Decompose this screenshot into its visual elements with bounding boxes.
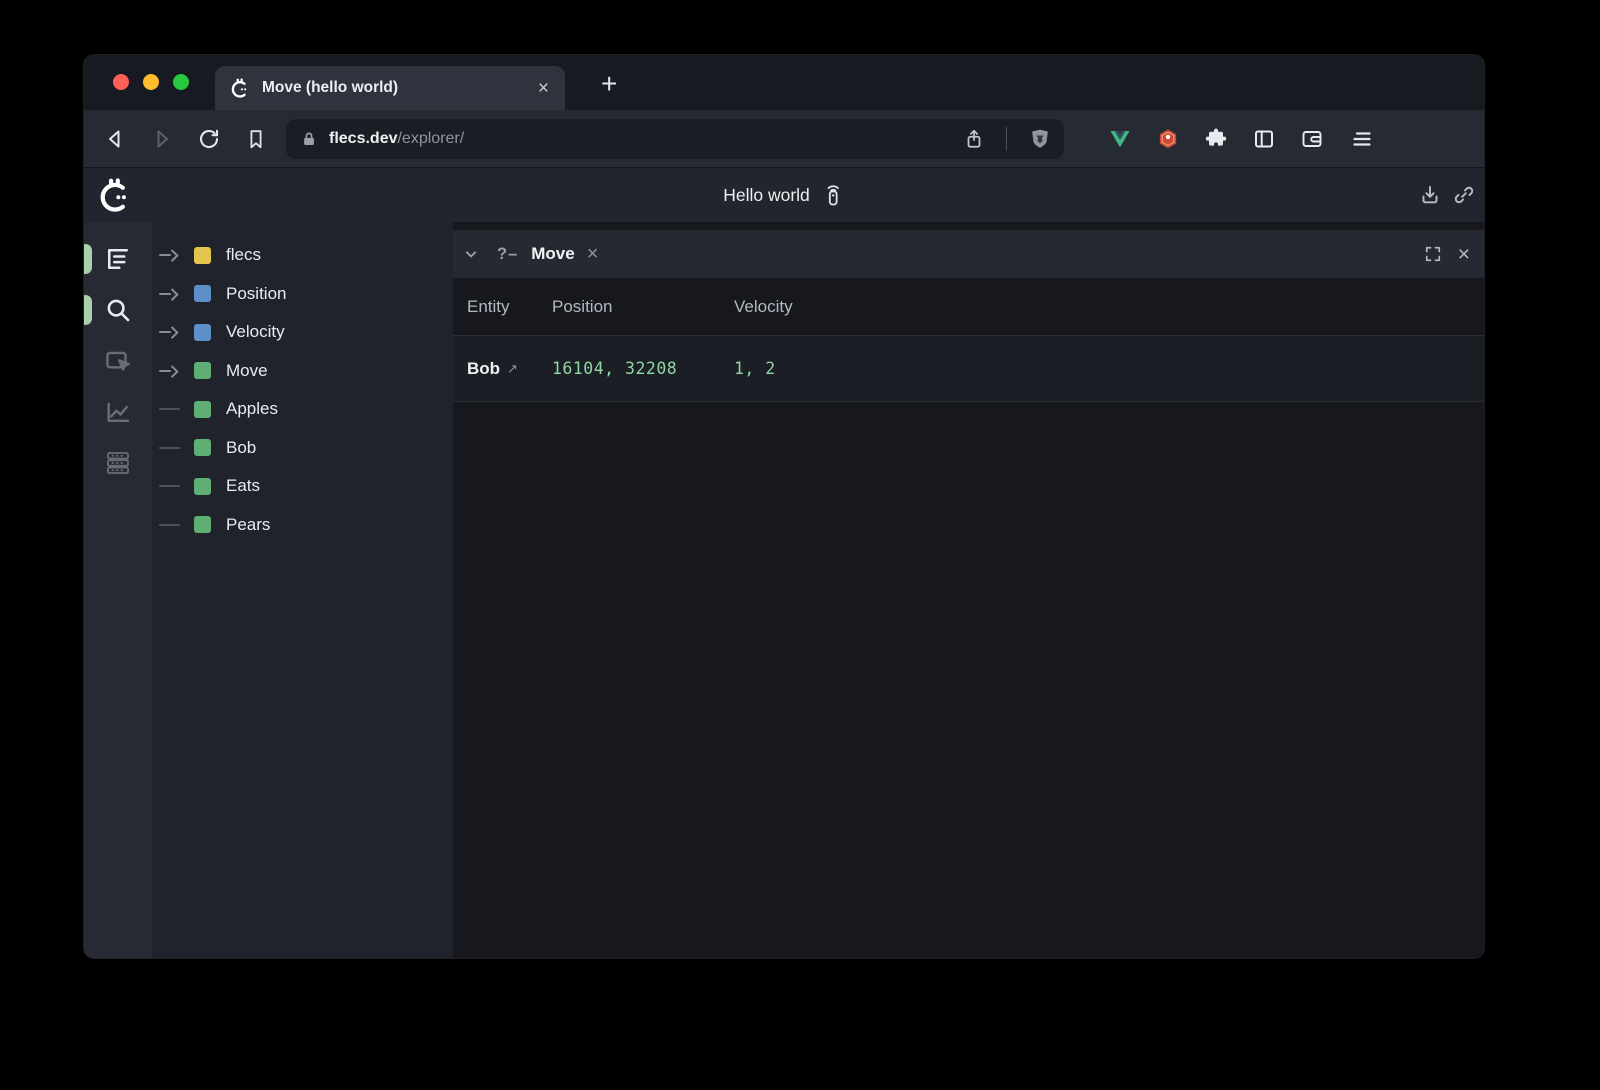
component-color-square <box>194 324 211 341</box>
entity-color-square <box>194 516 211 533</box>
column-header-velocity[interactable]: Velocity <box>734 297 1484 317</box>
url-path: /explorer/ <box>397 130 464 147</box>
entity-name[interactable]: Bob <box>467 359 500 379</box>
flecs-logo-icon[interactable] <box>96 176 134 214</box>
entity-color-square <box>194 439 211 456</box>
table-header-row: Entity Position Velocity <box>453 278 1484 336</box>
bookmark-icon[interactable] <box>240 123 272 155</box>
query-title: Move <box>531 244 574 264</box>
lock-icon <box>300 130 318 148</box>
tree-item-eats[interactable]: Eats <box>152 467 453 506</box>
tree-item-pears[interactable]: Pears <box>152 506 453 545</box>
stats-icon[interactable] <box>101 446 135 480</box>
tab-bar: Move (hello world) × + <box>84 55 1484 110</box>
entity-color-square <box>194 362 211 379</box>
browser-window: Move (hello world) × + flecs.dev/explore… <box>84 55 1484 958</box>
tree-item-velocity[interactable]: Velocity <box>152 313 453 352</box>
content-area: flecs Position Velocity Move Apples <box>84 222 1484 958</box>
query-panel: ?– Move × × Entity Position Velocity Bob <box>453 222 1484 958</box>
navigation-bar: flecs.dev/explorer/ <box>84 110 1484 167</box>
share-icon[interactable] <box>963 128 985 150</box>
url-separator <box>1006 127 1008 151</box>
icon-rail <box>84 222 152 958</box>
tree-item-flecs[interactable]: flecs <box>152 236 453 275</box>
search-icon[interactable] <box>101 293 135 327</box>
vue-devtools-icon[interactable] <box>1108 127 1132 151</box>
panel-close-icon[interactable]: × <box>1458 244 1470 265</box>
query-panel-header: ?– Move × × <box>453 230 1484 278</box>
entity-color-square <box>194 478 211 495</box>
tab-close-icon[interactable]: × <box>538 79 549 98</box>
tree-view-icon[interactable] <box>101 242 135 276</box>
world-title: Hello world <box>723 185 810 206</box>
column-header-entity[interactable]: Entity <box>453 297 552 317</box>
component-color-square <box>194 285 211 302</box>
tree-expand-arrow-icon[interactable] <box>159 290 185 299</box>
query-clear-icon[interactable]: × <box>587 244 599 264</box>
tree-item-position[interactable]: Position <box>152 275 453 314</box>
sidebar-toggle-icon[interactable] <box>1252 127 1276 151</box>
zoom-window-button[interactable] <box>173 74 189 90</box>
world-title-group: Hello world <box>723 182 845 208</box>
url-text: flecs.dev/explorer/ <box>329 130 464 148</box>
query-panel-actions: × <box>1423 244 1470 265</box>
traffic-lights <box>84 74 189 110</box>
back-button[interactable] <box>99 123 131 155</box>
minimize-window-button[interactable] <box>143 74 159 90</box>
download-icon[interactable] <box>1418 183 1442 207</box>
flecs-favicon-icon <box>229 77 251 99</box>
tree-leaf-line <box>159 447 185 449</box>
velocity-value[interactable]: 1, 2 <box>734 359 1484 378</box>
extensions-group <box>1108 127 1324 151</box>
tree-expand-arrow-icon[interactable] <box>159 328 185 337</box>
tree-item-apples[interactable]: Apples <box>152 390 453 429</box>
external-link-icon[interactable]: ↗ <box>507 361 518 377</box>
entity-color-square <box>194 401 211 418</box>
tree-item-bob[interactable]: Bob <box>152 429 453 468</box>
header-actions <box>1418 183 1476 207</box>
brave-shield-icon[interactable] <box>1028 127 1052 151</box>
hexagon-extension-icon[interactable] <box>1156 127 1180 151</box>
wallet-icon[interactable] <box>1300 127 1324 151</box>
forward-button[interactable] <box>146 123 178 155</box>
rail-active-pill <box>84 295 92 325</box>
close-window-button[interactable] <box>113 74 129 90</box>
tree-item-move[interactable]: Move <box>152 352 453 391</box>
url-domain: flecs.dev <box>329 130 397 147</box>
rail-active-pill <box>84 244 92 274</box>
tree-leaf-line <box>159 524 185 526</box>
fullscreen-icon[interactable] <box>1423 244 1443 264</box>
position-value[interactable]: 16104, 32208 <box>552 359 734 378</box>
new-tab-button[interactable]: + <box>595 70 623 102</box>
tree-expand-arrow-icon[interactable] <box>159 251 185 260</box>
module-color-square <box>194 247 211 264</box>
browser-tab[interactable]: Move (hello world) × <box>215 66 565 110</box>
entity-cell[interactable]: Bob ↗ <box>453 359 552 379</box>
app-header: Hello world <box>84 167 1484 222</box>
entity-tree-panel: flecs Position Velocity Move Apples <box>152 222 453 958</box>
link-icon[interactable] <box>1452 183 1476 207</box>
inspector-icon[interactable] <box>101 344 135 378</box>
tree-leaf-line <box>159 408 185 410</box>
tab-title: Move (hello world) <box>262 79 398 97</box>
remote-connection-icon[interactable] <box>821 182 845 208</box>
column-header-position[interactable]: Position <box>552 297 734 317</box>
query-type-prefix: ?– <box>497 245 518 264</box>
chart-icon[interactable] <box>101 395 135 429</box>
table-row[interactable]: Bob ↗ 16104, 32208 1, 2 <box>453 336 1484 402</box>
reload-button[interactable] <box>193 123 225 155</box>
tree-expand-arrow-icon[interactable] <box>159 367 185 376</box>
url-bar[interactable]: flecs.dev/explorer/ <box>286 119 1064 159</box>
menu-icon[interactable] <box>1350 127 1374 151</box>
chevron-down-icon[interactable] <box>461 244 481 264</box>
puzzle-extensions-icon[interactable] <box>1204 127 1228 151</box>
tree-leaf-line <box>159 485 185 487</box>
